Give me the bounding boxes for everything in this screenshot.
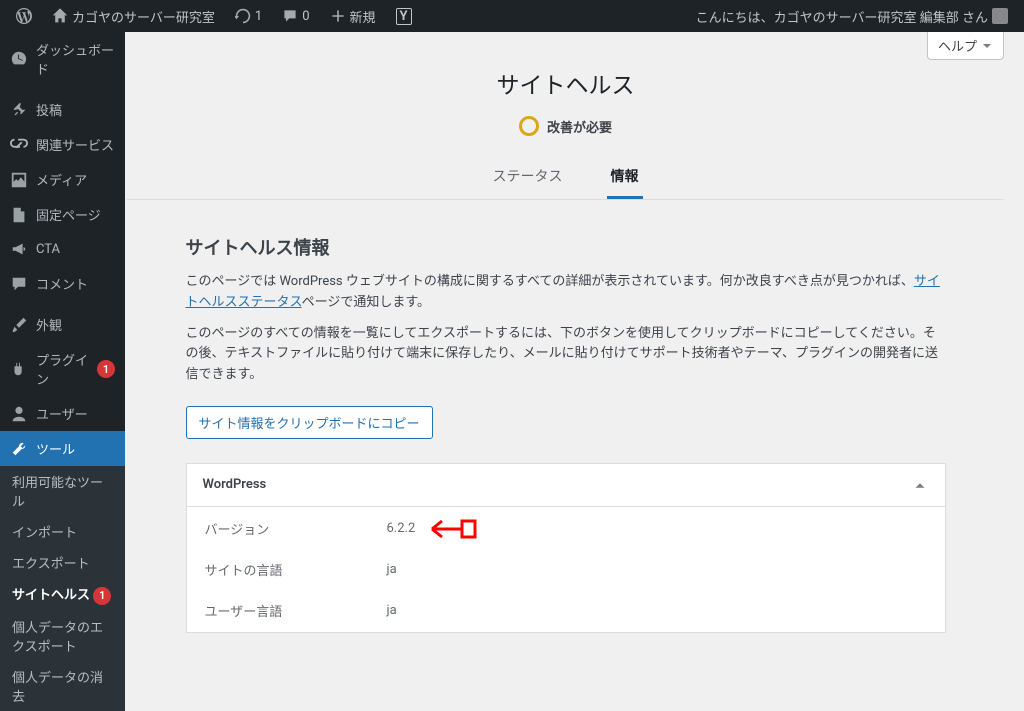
tools-icon (10, 440, 28, 458)
tab-status[interactable]: ステータス (489, 156, 567, 199)
menu-label: ツール (36, 439, 75, 458)
yoast-icon: Y (396, 8, 412, 25)
menu-label: CTA (36, 242, 60, 257)
menu-label: プラグイン (36, 350, 89, 388)
submenu-site-health[interactable]: サイトヘルス 1 (0, 578, 125, 611)
home-icon (52, 8, 68, 24)
menu-related-services[interactable]: 関連サービス (0, 127, 125, 162)
chevron-down-icon (981, 40, 993, 52)
wordpress-info-table: バージョン6.2.2 サイトの言語ja ユーザー言語ja (187, 507, 945, 632)
info-heading: サイトヘルス情報 (186, 234, 946, 260)
new-content-link[interactable]: 新規 (322, 0, 384, 32)
menu-appearance[interactable]: 外観 (0, 307, 125, 342)
menu-comments[interactable]: コメント (0, 266, 125, 301)
plugins-badge: 1 (97, 360, 115, 378)
row-label: ユーザー言語 (189, 591, 369, 630)
table-row: バージョン6.2.2 (189, 509, 943, 548)
avatar (992, 8, 1008, 24)
updates-icon (235, 8, 251, 24)
accordion-header[interactable]: WordPress (187, 464, 945, 506)
row-value: 6.2.2 (371, 509, 943, 548)
help-tab[interactable]: ヘルプ (927, 32, 1004, 60)
menu-tools[interactable]: ツール (0, 431, 125, 466)
menu-label: 投稿 (36, 100, 62, 119)
dashboard-icon (10, 50, 28, 68)
site-health-info-body: サイトヘルス情報 このページでは WordPress ウェブサイトの構成に関する… (166, 234, 966, 633)
help-label: ヘルプ (938, 36, 977, 55)
menu-label: ユーザー (36, 404, 88, 423)
menu-posts[interactable]: 投稿 (0, 92, 125, 127)
wordpress-logo-icon (16, 8, 32, 24)
megaphone-icon (10, 240, 28, 258)
status-indicator: 改善が必要 (127, 116, 1004, 136)
users-icon (10, 405, 28, 423)
user-greeting[interactable]: こんにちは、カゴヤのサーバー研究室 編集部 さん (688, 0, 1016, 32)
row-value: ja (371, 591, 943, 630)
menu-label: コメント (36, 274, 88, 293)
submenu-erase-personal[interactable]: 個人データの消去 (0, 661, 125, 711)
comments-link[interactable]: 0 (274, 0, 317, 32)
menu-users[interactable]: ユーザー (0, 396, 125, 431)
accordion-title: WordPress (203, 477, 267, 492)
submenu-export[interactable]: エクスポート (0, 547, 125, 578)
info-paragraph-1: このページでは WordPress ウェブサイトの構成に関するすべての詳細が表示… (186, 272, 946, 314)
greeting-text: こんにちは、カゴヤのサーバー研究室 編集部 さん (696, 7, 988, 26)
site-name-label: カゴヤのサーバー研究室 (72, 7, 215, 26)
updates-link[interactable]: 1 (227, 0, 270, 32)
site-health-badge: 1 (93, 587, 111, 605)
plus-icon (330, 8, 346, 24)
row-label: サイトの言語 (189, 550, 369, 589)
menu-media[interactable]: メディア (0, 162, 125, 197)
submenu-available-tools[interactable]: 利用可能なツール (0, 466, 125, 516)
wp-logo[interactable] (8, 0, 40, 32)
site-name-link[interactable]: カゴヤのサーバー研究室 (44, 0, 223, 32)
comments-icon (282, 8, 298, 24)
menu-dashboard[interactable]: ダッシュボード (0, 32, 125, 86)
yoast-link[interactable]: Y (388, 0, 420, 32)
menu-pages[interactable]: 固定ページ (0, 197, 125, 232)
page-header: サイトヘルス 改善が必要 ステータス 情報 (127, 42, 1004, 210)
menu-label: 外観 (36, 315, 62, 334)
info-paragraph-2: このページのすべての情報を一覧にしてエクスポートするには、下のボタンを使用してク… (186, 324, 946, 386)
tab-info[interactable]: 情報 (607, 156, 643, 199)
table-row: ユーザー言語ja (189, 591, 943, 630)
menu-label: メディア (36, 170, 87, 189)
status-circle-icon (519, 116, 539, 136)
table-row: サイトの言語ja (189, 550, 943, 589)
menu-cta[interactable]: CTA (0, 232, 125, 266)
site-health-tabs: ステータス 情報 (127, 156, 1004, 200)
tools-submenu: 利用可能なツール インポート エクスポート サイトヘルス 1 個人データのエクス… (0, 466, 125, 711)
admin-sidebar: ダッシュボード 投稿 関連サービス メディア 固定ページ CTA コメント (0, 32, 125, 711)
row-label: バージョン (189, 509, 369, 548)
page-title: サイトヘルス (127, 66, 1004, 100)
plugin-icon (10, 360, 28, 378)
comments-count: 0 (302, 9, 309, 24)
submenu-import[interactable]: インポート (0, 516, 125, 547)
submenu-export-personal[interactable]: 個人データのエクスポート (0, 611, 125, 661)
status-text: 改善が必要 (547, 117, 612, 136)
copy-info-button[interactable]: サイト情報をクリップボードにコピー (186, 406, 433, 439)
page-icon (10, 206, 28, 224)
comment-icon (10, 275, 28, 293)
media-icon (10, 171, 28, 189)
new-label: 新規 (350, 7, 376, 26)
content-area: ヘルプ サイトヘルス 改善が必要 ステータス 情報 サイトヘルス情報 このページ… (125, 32, 1024, 711)
submenu-label: サイトヘルス (12, 588, 90, 603)
menu-label: ダッシュボード (36, 40, 115, 78)
chevron-up-icon (911, 476, 929, 494)
pin-icon (10, 101, 28, 119)
menu-plugins[interactable]: プラグイン 1 (0, 342, 125, 396)
accordion-body: バージョン6.2.2 サイトの言語ja ユーザー言語ja (187, 506, 945, 632)
menu-label: 固定ページ (36, 205, 101, 224)
link-icon (10, 136, 28, 154)
updates-count: 1 (255, 9, 262, 24)
menu-label: 関連サービス (36, 135, 114, 154)
admin-bar: カゴヤのサーバー研究室 1 0 新規 Y こんにちは、カゴヤのサーバー研究室 編… (0, 0, 1024, 32)
row-value: ja (371, 550, 943, 589)
brush-icon (10, 316, 28, 334)
wordpress-accordion: WordPress バージョン6.2.2 サイトの言語ja ユーザー言語ja (186, 463, 946, 633)
